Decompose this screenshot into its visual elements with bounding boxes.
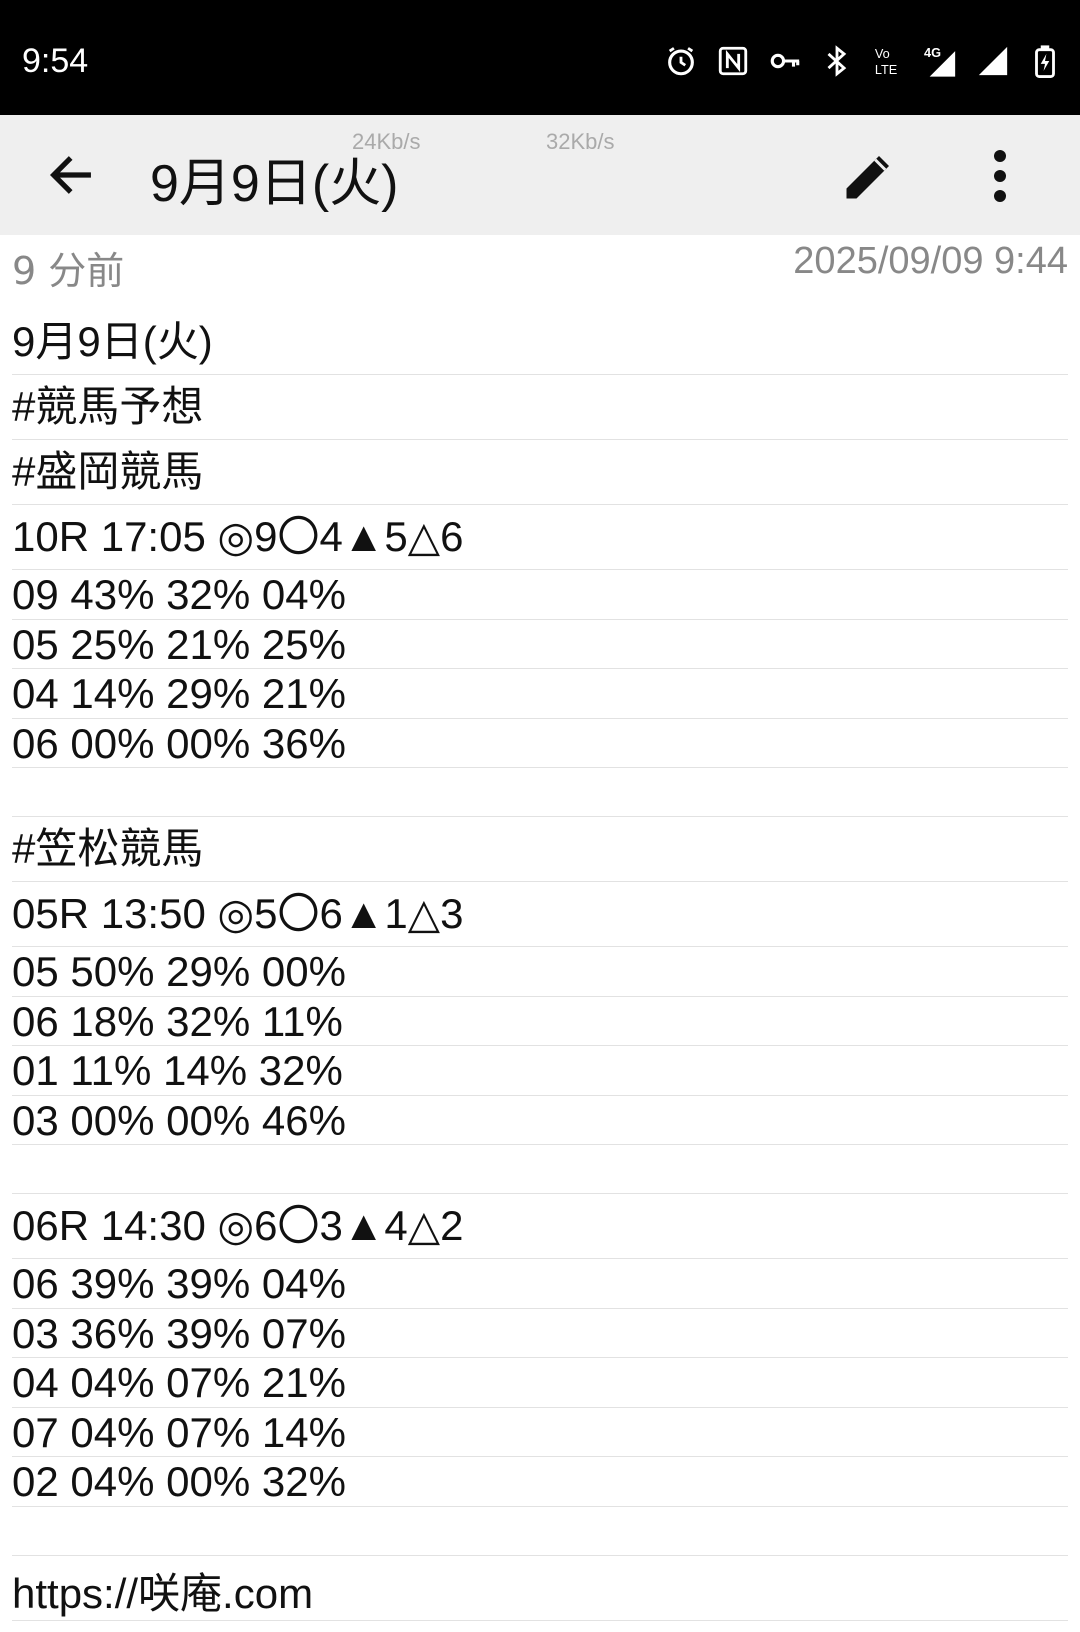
battery-charging-icon <box>1028 44 1062 78</box>
nfc-icon <box>716 44 750 78</box>
note-line: 06 39% 39% 04% <box>12 1259 1068 1309</box>
note-line: #競馬予想 <box>12 375 1068 440</box>
note-line <box>12 768 1068 817</box>
note-line: 10R 17:05 ◎9〇4▲5△6 <box>12 505 1068 570</box>
note-timestamp: 2025/09/09 9:44 <box>793 240 1068 282</box>
edit-button[interactable] <box>836 143 902 209</box>
note-line: 07 04% 07% 14% <box>12 1408 1068 1457</box>
svg-text:4G: 4G <box>924 45 941 60</box>
note-line: 04 14% 29% 21% <box>12 669 1068 719</box>
svg-text:Vo: Vo <box>875 46 890 61</box>
bluetooth-icon <box>820 44 854 78</box>
note-line <box>12 1145 1068 1194</box>
more-vert-icon <box>994 150 1006 202</box>
note-line: #笠松競馬 <box>12 817 1068 882</box>
status-time: 9:54 <box>22 42 89 80</box>
note-line: 09 43% 32% 04% <box>12 570 1068 620</box>
note-line: 03 00% 00% 46% <box>12 1096 1068 1145</box>
network-speed-download: 32Kb/s <box>546 129 615 154</box>
note-line: 03 36% 39% 07% <box>12 1309 1068 1358</box>
note-line: 05 50% 29% 00% <box>12 947 1068 997</box>
note-body[interactable]: 9月9日(火) #競馬予想 #盛岡競馬 10R 17:05 ◎9〇4▲5△6 0… <box>12 310 1068 1621</box>
note-line: 06R 14:30 ◎6〇3▲4△2 <box>12 1194 1068 1259</box>
volte-icon: Vo LTE <box>872 44 906 78</box>
note-meta: 9 分前 2025/09/09 9:44 <box>0 240 1080 293</box>
note-line: 02 04% 00% 32% <box>12 1457 1068 1507</box>
pencil-icon <box>846 156 889 199</box>
note-line: #盛岡競馬 <box>12 440 1068 505</box>
note-line: 9月9日(火) <box>12 310 1068 375</box>
network-speed-upload: 24Kb/s <box>352 129 421 154</box>
relative-time: 9 分前 <box>12 249 125 293</box>
arrow-back-icon <box>49 156 91 194</box>
note-line: 05 25% 21% 25% <box>12 620 1068 669</box>
note-link[interactable]: https://咲庵.com <box>12 1556 1068 1621</box>
vpn-key-icon <box>768 44 802 78</box>
note-line: 05R 13:50 ◎5〇6▲1△3 <box>12 882 1068 947</box>
svg-text:LTE: LTE <box>875 62 897 77</box>
alarm-icon <box>664 44 698 78</box>
signal-4g-icon: 4G <box>924 44 958 78</box>
status-icons: Vo LTE 4G <box>664 44 1062 78</box>
status-bar: 9:54 Vo LTE 4G <box>0 0 1080 115</box>
back-button[interactable] <box>36 145 106 205</box>
app-toolbar: 9月9日(火) 24Kb/s 32Kb/s <box>0 115 1080 235</box>
note-line: 04 04% 07% 21% <box>12 1358 1068 1408</box>
signal-icon <box>976 44 1010 78</box>
note-line: 06 00% 00% 36% <box>12 719 1068 768</box>
note-line: 01 11% 14% 32% <box>12 1046 1068 1096</box>
note-line <box>12 1507 1068 1556</box>
note-line: 06 18% 32% 11% <box>12 997 1068 1046</box>
more-options-button[interactable] <box>980 143 1020 209</box>
